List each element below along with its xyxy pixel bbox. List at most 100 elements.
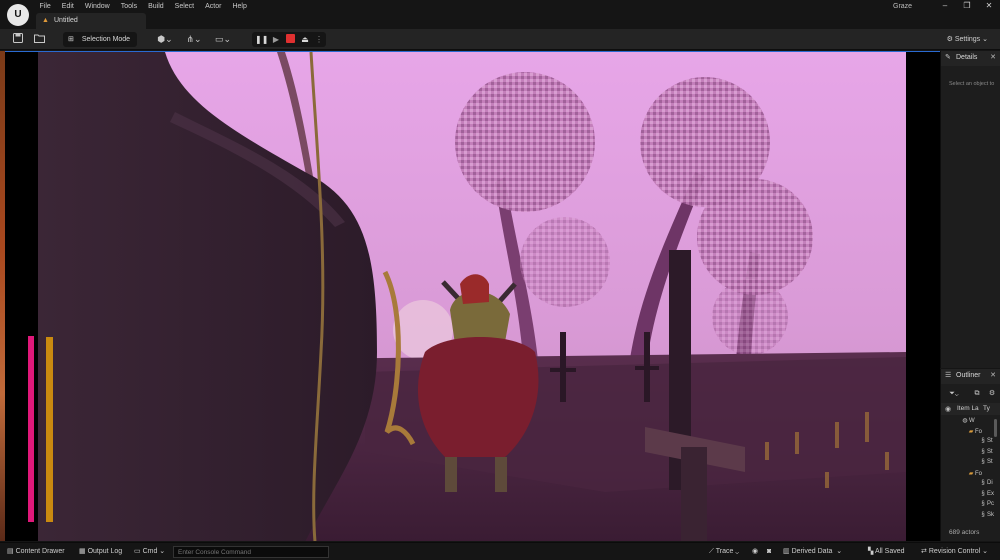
tree-row[interactable]: ▰ Fo xyxy=(967,428,982,439)
filter-icon[interactable]: ⏷⌄ xyxy=(945,387,963,400)
trace-icon: ⟋ xyxy=(709,548,716,555)
game-scene xyxy=(5,52,940,541)
project-name: Graze xyxy=(893,3,913,10)
tree-row[interactable]: ◍W xyxy=(961,417,974,428)
pause-icon[interactable]: ❚❚ xyxy=(255,34,268,45)
actor-icon: § xyxy=(981,501,985,507)
outliner-panel: ☰ Outliner ✕ ⏷⌄ ⧉ ⚙ ◉ Item La Ty ◍W ▰ Fo … xyxy=(940,369,1000,541)
tree-row[interactable]: § Sk xyxy=(979,512,994,523)
game-viewport[interactable] xyxy=(5,51,940,541)
stamina-bar xyxy=(46,337,53,522)
add-folder-icon[interactable]: ⧉ xyxy=(971,387,983,400)
tab-outliner[interactable]: ☰ Outliner ✕ xyxy=(941,369,1000,384)
level-tab-label: Untitled xyxy=(54,17,78,24)
status-bar: ▤ Content Drawer ▦ Output Log ▭ Cmd ⌄ ⟋ … xyxy=(0,542,1000,560)
level-icon: ▲ xyxy=(42,17,49,24)
chevron-down-icon: ⌄ xyxy=(157,548,166,555)
mode-icon: ⊞ xyxy=(68,36,74,43)
tree-row[interactable]: § Pc xyxy=(979,501,994,512)
menu-select[interactable]: Select xyxy=(169,1,199,12)
chevron-down-icon: ⌄ xyxy=(980,548,988,555)
more-options-icon[interactable]: ⋮ xyxy=(313,34,325,45)
menu-window[interactable]: Window xyxy=(79,1,115,12)
details-hint: Select an object to xyxy=(949,81,995,87)
menu-actor[interactable]: Actor xyxy=(200,1,227,12)
actor-icon: § xyxy=(981,448,985,455)
log-icon: ▦ xyxy=(79,548,88,555)
eye-icon[interactable]: ◉ xyxy=(945,405,951,413)
outliner-toolbar: ⏷⌄ ⧉ ⚙ xyxy=(941,385,1000,401)
actor-icon: § xyxy=(981,459,985,465)
close-icon[interactable]: ✕ xyxy=(990,53,996,61)
actor-icon: § xyxy=(981,511,985,518)
settings-button[interactable]: ⚙ Settings ⌄ xyxy=(947,33,988,46)
tree-row[interactable]: § St xyxy=(979,438,992,449)
close-icon[interactable]: ✕ xyxy=(990,371,996,379)
actor-icon: § xyxy=(981,480,985,486)
outliner-scrollbar[interactable] xyxy=(994,419,997,437)
tree-row[interactable]: § Ex xyxy=(979,491,994,502)
gear-icon: ⚙ xyxy=(946,36,953,43)
column-item-label[interactable]: Item La xyxy=(957,405,979,412)
gear-icon[interactable]: ⚙ xyxy=(986,387,998,400)
folder-icon: ▰ xyxy=(968,428,974,435)
save-icon[interactable] xyxy=(11,33,24,46)
cinematics-icon[interactable]: ▭⌄ xyxy=(212,33,234,46)
play-controls: ❚❚ ▶ ⏏ ⋮ xyxy=(252,32,326,47)
menu-build[interactable]: Build xyxy=(143,1,170,12)
console-command-input[interactable] xyxy=(173,546,329,558)
trace-button[interactable]: ⟋ Trace ⌄ xyxy=(709,547,739,557)
menu-help[interactable]: Help xyxy=(227,1,252,12)
list-icon: ☰ xyxy=(945,372,952,379)
tab-details[interactable]: ✎ Details ✕ xyxy=(941,51,1000,66)
tree-row[interactable]: § Di xyxy=(979,480,992,491)
settings-label: Settings xyxy=(954,36,981,43)
details-tab-label: Details xyxy=(956,54,978,61)
column-type[interactable]: Ty xyxy=(983,405,990,412)
tree-row[interactable]: ▰ Fo xyxy=(967,470,982,481)
database-icon: ▥ xyxy=(783,548,792,555)
browse-icon[interactable] xyxy=(33,33,46,46)
step-icon[interactable]: ▶ xyxy=(270,34,282,45)
derived-data-button[interactable]: ▥ Derived Data ⌄ xyxy=(783,547,842,557)
eject-icon[interactable]: ⏏ xyxy=(299,34,311,45)
details-panel: ✎ Details ✕ Select an object to xyxy=(940,51,1000,368)
all-saved-button[interactable]: ▚ All Saved xyxy=(868,547,905,557)
level-tab[interactable]: ▲ Untitled xyxy=(36,13,146,29)
outliner-tab-label: Outliner xyxy=(956,372,981,379)
menu-edit[interactable]: Edit xyxy=(56,1,79,12)
restore-icon[interactable]: ❐ xyxy=(956,0,978,12)
record-icon[interactable]: ◉ xyxy=(752,547,758,557)
main-toolbar: ⊞ Selection Mode ⌄ ⬢⌄ ⋔⌄ ▭⌄ ❚❚ ▶ ⏏ ⋮ ⚙ S… xyxy=(0,29,1000,58)
drawer-icon: ▤ xyxy=(7,548,16,555)
stop-button[interactable] xyxy=(284,34,296,45)
chevron-down-icon: ⌄ xyxy=(733,548,740,555)
world-icon: ◍ xyxy=(962,418,968,424)
save-status-icon: ▚ xyxy=(868,548,875,555)
chevron-down-icon: ⌄ xyxy=(832,548,843,555)
mode-dropdown[interactable]: ⊞ Selection Mode ⌄ xyxy=(63,32,137,58)
menu-tools[interactable]: Tools xyxy=(115,1,142,12)
actor-count: 689 actors xyxy=(949,529,980,536)
pencil-icon: ✎ xyxy=(945,54,951,61)
terminal-icon: ▭ xyxy=(134,548,143,555)
add-actor-icon[interactable]: ⬢⌄ xyxy=(155,33,175,46)
menu-bar: File Edit Window Tools Build Select Acto… xyxy=(34,1,252,12)
menu-file[interactable]: File xyxy=(34,1,56,12)
unreal-logo[interactable]: U xyxy=(7,4,29,26)
actor-icon: § xyxy=(981,438,985,444)
tree-row[interactable]: § St xyxy=(979,459,992,470)
folder-icon: ▰ xyxy=(968,470,974,477)
blueprint-icon[interactable]: ⋔⌄ xyxy=(183,33,205,46)
cmd-dropdown[interactable]: ▭ Cmd ⌄ xyxy=(134,547,165,557)
minimize-icon[interactable]: – xyxy=(934,0,956,12)
close-icon[interactable]: ✕ xyxy=(978,0,1000,12)
title-bar: U File Edit Window Tools Build Select Ac… xyxy=(0,0,1000,29)
revision-control-button[interactable]: ⇄ Revision Control ⌄ xyxy=(921,547,988,557)
outliner-header: ◉ Item La Ty xyxy=(941,403,1000,415)
camera-icon[interactable]: ◙ xyxy=(767,547,771,557)
output-log-button[interactable]: ▦ Output Log xyxy=(79,547,122,557)
actor-icon: § xyxy=(981,490,985,497)
content-drawer-button[interactable]: ▤ Content Drawer xyxy=(7,547,65,557)
tree-row[interactable]: § St xyxy=(979,448,992,460)
